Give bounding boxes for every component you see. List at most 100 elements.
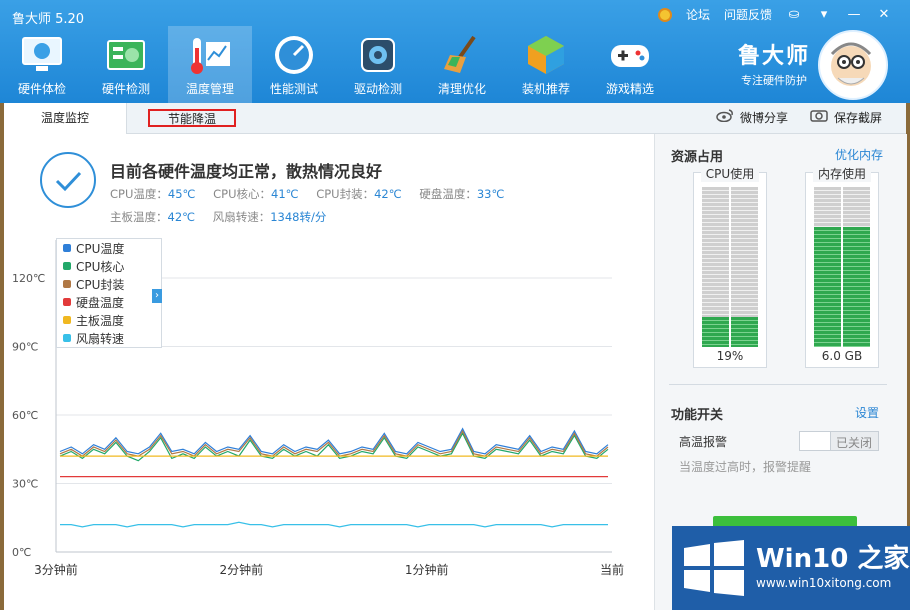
y-tick-label: 120℃ (12, 272, 45, 285)
chart-legend: CPU温度 CPU核心 CPU封装 硬盘温度 主板温度 风扇转速 › (56, 238, 162, 348)
divider (669, 384, 887, 385)
alarm-description: 当温度过高时，报警提醒 (679, 460, 812, 474)
legend-item-board-temp[interactable]: 主板温度 (57, 311, 161, 329)
disk-temp-key: 硬盘温度： (419, 187, 477, 201)
thermometer-icon (187, 32, 233, 78)
top-right-bar: 论坛 问题反馈 ⛀ ▾ — ✕ (657, 6, 892, 23)
header: 鲁大师 5.20 论坛 问题反馈 ⛀ ▾ — ✕ 硬件体检 硬件检测 温度管理 (0, 0, 910, 103)
skin-icon[interactable]: ⛀ (786, 7, 802, 22)
tab-energy-cooling-label: 节能降温 (167, 112, 216, 126)
y-tick-label: 0℃ (12, 546, 31, 559)
nav-label: 游戏精选 (605, 82, 654, 96)
legend-item-disk-temp[interactable]: 硬盘温度 (57, 293, 161, 311)
tab-temperature-monitor[interactable]: 温度监控 (4, 103, 127, 134)
brand-name: 鲁大师 (737, 44, 810, 69)
weibo-icon (716, 103, 734, 133)
app-window: 鲁大师 5.20 论坛 问题反馈 ⛀ ▾ — ✕ 硬件体检 硬件检测 温度管理 (0, 0, 910, 610)
legend-item-cpu-temp[interactable]: CPU温度 (57, 239, 161, 257)
camera-icon (810, 103, 828, 133)
tab-energy-cooling[interactable]: 节能降温 (148, 109, 236, 127)
monitor-icon (19, 32, 65, 78)
windows-logo-icon (684, 540, 744, 596)
features-title: 功能开关 (671, 408, 724, 423)
watermark-text: Win10 之家 (756, 544, 910, 574)
forum-link[interactable]: 论坛 (686, 6, 710, 23)
nav-recommend[interactable]: 装机推荐 (504, 26, 588, 103)
temperature-readings: CPU温度：45℃ CPU核心：41℃ CPU封装：42℃ 硬盘温度：33℃ 主… (110, 183, 518, 229)
cpu-core-key: CPU核心： (213, 187, 271, 201)
legend-label: 风扇转速 (76, 331, 125, 346)
nav-temperature[interactable]: 温度管理 (168, 26, 252, 103)
medal-icon[interactable] (657, 7, 672, 22)
nav-driver[interactable]: 驱动检测 (336, 26, 420, 103)
readings-row-2: 主板温度：42℃ 风扇转速：1348转/分 (110, 206, 518, 229)
legend-swatch (63, 334, 71, 342)
mascot-avatar[interactable] (818, 30, 888, 100)
cpu-usage-bars (702, 187, 758, 347)
fan-speed-value: 1348转/分 (270, 210, 327, 224)
memory-usage-label: 内存使用 (813, 165, 871, 182)
memory-fill (814, 227, 841, 347)
app-title: 鲁大师 5.20 (12, 12, 85, 27)
cpu-usage-value: 19% (716, 349, 744, 363)
meter-column (814, 187, 841, 347)
broom-icon (439, 32, 485, 78)
x-tick-label: 2分钟前 (220, 562, 264, 577)
temperature-panel: 目前各硬件温度均正常，散热情况良好 CPU温度：45℃ CPU核心：41℃ CP… (4, 134, 654, 610)
legend-label: 主板温度 (76, 313, 125, 328)
cpu-fill (702, 316, 729, 347)
minimize-button[interactable]: — (846, 7, 862, 22)
nav-hardware-check[interactable]: 硬件体检 (0, 26, 84, 103)
optimize-memory-link[interactable]: 优化内存 (835, 146, 883, 163)
legend-item-cpu-package[interactable]: CPU封装 (57, 275, 161, 293)
memory-usage-meter: 内存使用 6.0 GB (805, 165, 879, 368)
y-tick-label: 30℃ (12, 478, 38, 491)
series-line (60, 521, 608, 528)
cpu-package-key: CPU封装： (316, 187, 375, 201)
weibo-share-button[interactable]: 微博分享 (716, 103, 788, 133)
brand: 鲁大师 专注硬件防护 (738, 38, 810, 88)
legend-swatch (63, 316, 71, 324)
nav-label: 清理优化 (437, 82, 486, 96)
nav-hardware-detect[interactable]: 硬件检测 (84, 26, 168, 103)
settings-link[interactable]: 设置 (855, 404, 879, 421)
save-screenshot-button[interactable]: 保存截屏 (810, 103, 882, 133)
y-tick-label: 60℃ (12, 409, 38, 422)
nav-performance[interactable]: 性能测试 (252, 26, 336, 103)
cpu-temp-key: CPU温度： (110, 187, 168, 201)
x-tick-label: 当前 (600, 562, 624, 577)
brand-slogan: 专注硬件防护 (740, 74, 807, 87)
tab-bar: 温度监控 节能降温 微博分享 保存截屏 (4, 103, 906, 134)
legend-label: 硬盘温度 (76, 295, 125, 310)
legend-collapse-icon[interactable]: › (152, 289, 162, 303)
watermark: Win10 之家 www.win10xitong.com (672, 526, 910, 610)
cpu-usage-meter: CPU使用 19% (693, 165, 767, 368)
cpu-temp-value: 45℃ (167, 187, 196, 201)
nav-games[interactable]: 游戏精选 (588, 26, 672, 103)
feedback-link[interactable]: 问题反馈 (724, 6, 772, 23)
meter-column (702, 187, 729, 347)
x-tick-label: 3分钟前 (34, 562, 78, 577)
nav-label: 硬件体检 (17, 82, 66, 96)
gauge-icon (271, 32, 317, 78)
cpu-usage-label: CPU使用 (701, 165, 759, 182)
nav-label: 性能测试 (269, 82, 318, 96)
cpu-fill (731, 316, 758, 347)
resources-title: 资源占用 (671, 150, 724, 165)
legend-item-fan-speed[interactable]: 风扇转速 (57, 329, 161, 347)
board-icon (103, 32, 149, 78)
check-icon (40, 152, 96, 208)
fan-speed-key: 风扇转速： (212, 210, 271, 224)
legend-swatch (63, 244, 71, 252)
gear-icon (355, 32, 401, 78)
weibo-share-label: 微博分享 (740, 111, 789, 125)
nav-clean[interactable]: 清理优化 (420, 26, 504, 103)
close-button[interactable]: ✕ (876, 7, 892, 22)
legend-item-cpu-core[interactable]: CPU核心 (57, 257, 161, 275)
legend-swatch (63, 262, 71, 270)
memory-usage-value: 6.0 GB (821, 349, 863, 363)
toggle-state: 已关闭 (835, 436, 872, 450)
menu-icon[interactable]: ▾ (816, 7, 832, 22)
x-tick-label: 1分钟前 (405, 562, 449, 577)
high-temp-alarm-toggle[interactable]: 已关闭 (799, 431, 879, 451)
